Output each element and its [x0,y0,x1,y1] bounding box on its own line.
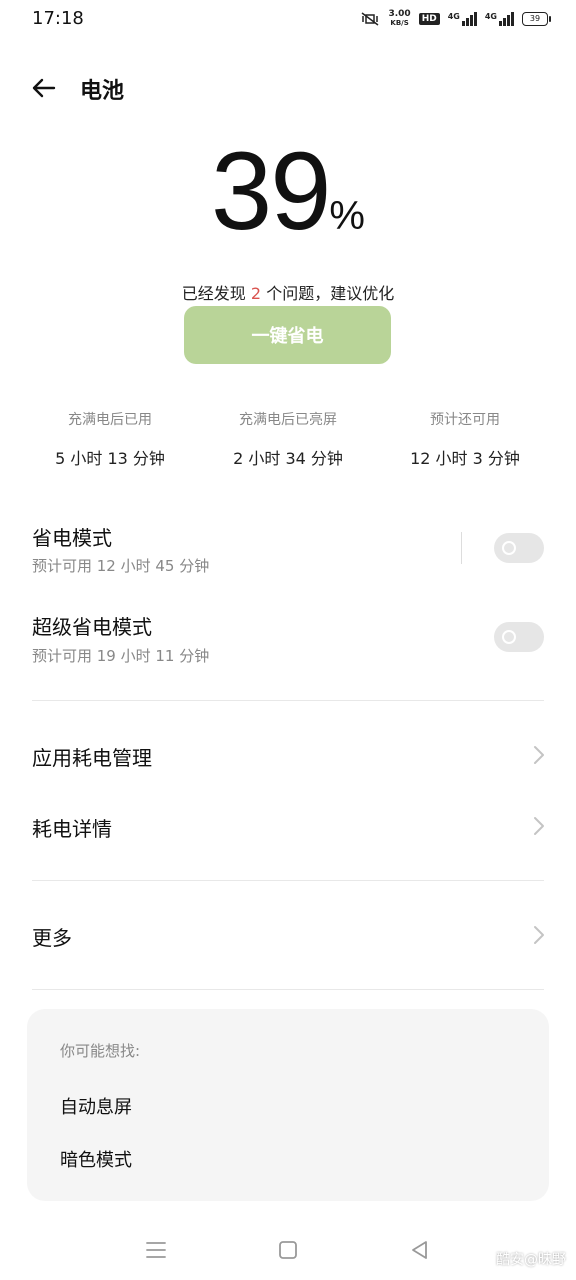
battery-percentage: 39% [0,128,576,255]
speed-unit: KB/S [390,19,409,27]
chevron-right-icon [534,926,544,944]
page-title: 电池 [80,79,125,104]
section-divider [32,989,544,990]
home-icon[interactable] [276,1238,300,1262]
battery-percent-value: 39 [211,130,331,253]
toggle-knob [502,630,516,644]
back-arrow-icon[interactable] [28,72,60,104]
status-icons: 3.00 KB/S HD 4G 4G 39 [360,8,551,30]
super-power-saving-mode-title: 超级省电模式 [32,615,152,639]
super-power-saving-mode-subtitle: 预计可用 19 小时 11 分钟 [32,647,210,665]
power-saving-mode-toggle[interactable] [494,533,544,563]
stat-label: 预计还可用 [430,412,500,428]
issue-count: 2 [250,284,262,303]
menu-item-label: 应用耗电管理 [32,746,152,770]
issue-suffix: 个问题，建议优化 [266,284,395,303]
section-divider [32,880,544,881]
one-tap-save-button[interactable]: 一键省电 [184,306,391,364]
super-power-saving-mode-toggle[interactable] [494,622,544,652]
stat-estimated-remaining: 预计还可用 12 小时 3 分钟 [375,409,555,469]
vibrate-mute-icon [362,12,379,26]
stat-screen-on-since-charge: 充满电后已亮屏 2 小时 34 分钟 [198,409,378,469]
hd-badge: HD [418,13,440,25]
watermark: 酷安@昧野 [496,1252,566,1268]
network-speed: 3.00 KB/S [388,10,410,28]
stat-used-since-charge: 充满电后已用 5 小时 13 分钟 [20,409,200,469]
sim2-label: 4G [484,12,497,21]
back-triangle-icon[interactable] [408,1238,432,1262]
issue-prefix: 已经发现 [181,284,246,303]
percent-sign: % [329,194,365,238]
battery-icon: 39 [522,12,551,26]
power-saving-mode-title: 省电模式 [32,526,112,550]
stat-label: 充满电后已亮屏 [239,412,337,428]
menu-icon[interactable] [144,1238,168,1262]
menu-item-more[interactable]: 更多 [0,905,576,967]
chevron-right-icon [534,817,544,835]
chevron-right-icon [534,746,544,764]
status-time: 17:18 [32,8,84,29]
signal-icon: 4G [485,12,514,26]
menu-item-label: 耗电详情 [32,817,112,841]
menu-item-power-details[interactable]: 耗电详情 [0,796,576,858]
stat-value: 12 小时 3 分钟 [410,449,520,468]
suggestions-title: 你可能想找: [60,1042,141,1060]
issue-summary: 已经发现 2 个问题，建议优化 [0,280,576,304]
section-divider [32,700,544,701]
power-saving-mode-subtitle: 预计可用 12 小时 45 分钟 [32,557,210,575]
suggestion-auto-screen-off[interactable]: 自动息屏 [60,1093,132,1119]
toggle-knob [502,541,516,555]
suggestion-dark-mode[interactable]: 暗色模式 [60,1146,132,1172]
stat-label: 充满电后已用 [68,412,152,428]
sim1-label: 4G [447,12,460,21]
stat-value: 2 小时 34 分钟 [233,449,343,468]
signal-icon: 4G [448,12,477,26]
stat-value: 5 小时 13 分钟 [55,449,165,468]
menu-item-app-power-management[interactable]: 应用耗电管理 [0,725,576,787]
speed-value: 3.00 [388,9,411,19]
menu-item-label: 更多 [32,926,72,950]
divider [461,532,462,564]
